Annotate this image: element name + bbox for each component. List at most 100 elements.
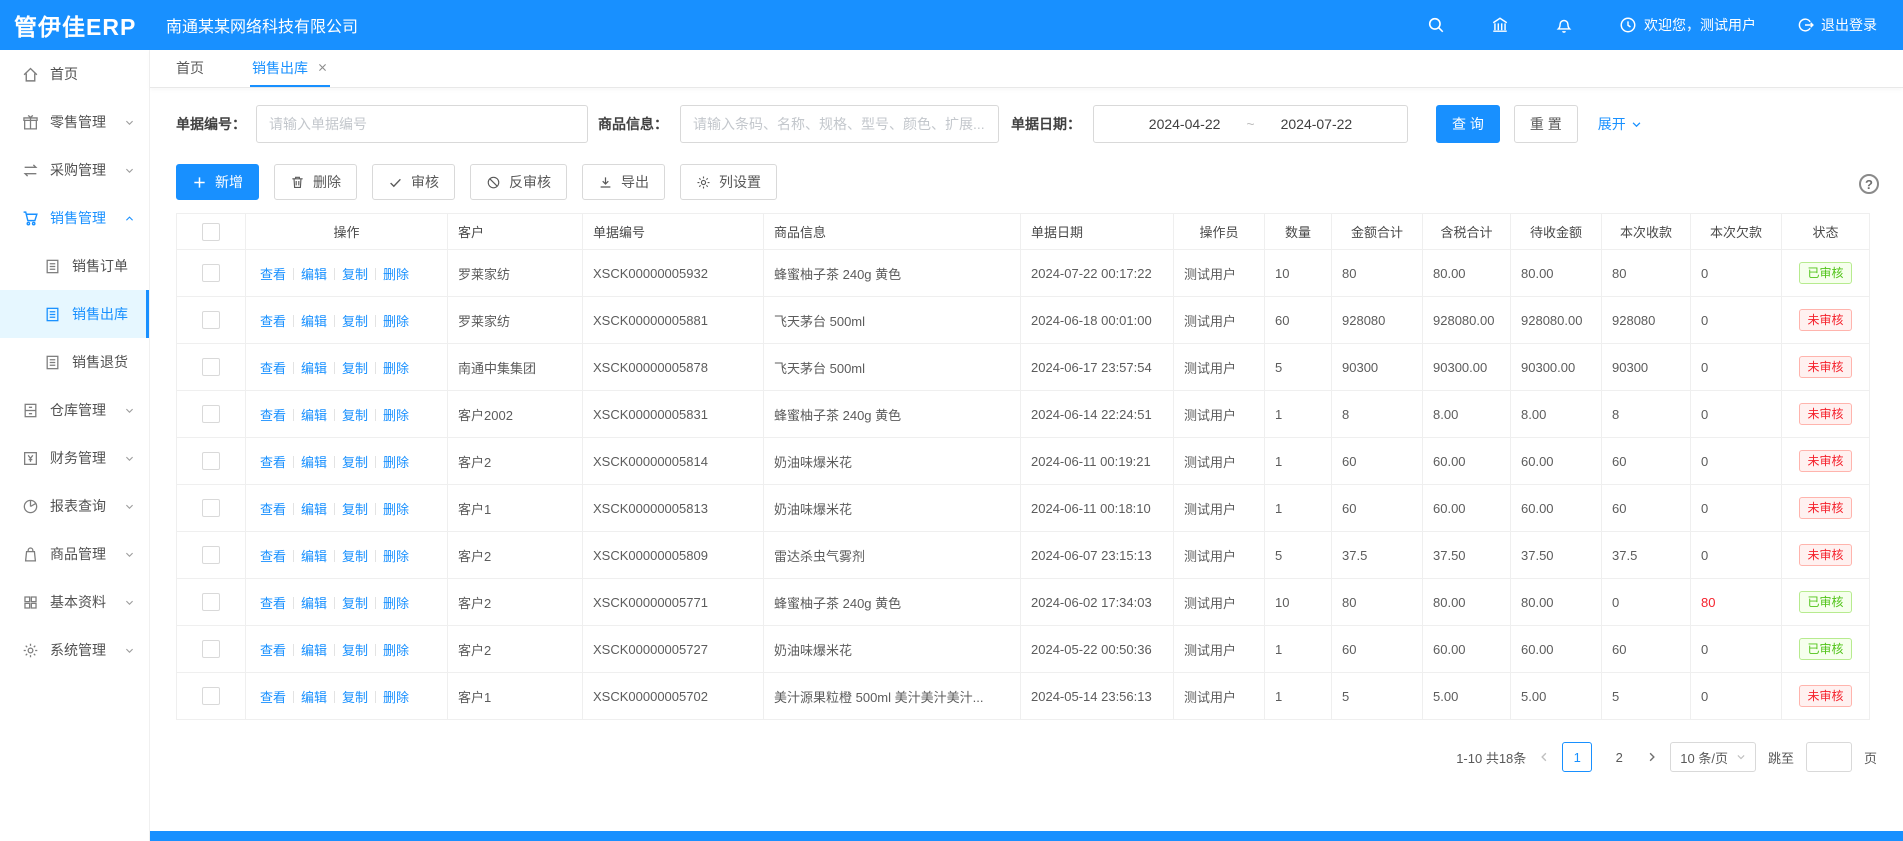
copy-link[interactable]: 复制	[342, 314, 368, 329]
export-label: 导出	[621, 172, 649, 192]
sidebar-item-home[interactable]: 首页	[0, 50, 149, 98]
row-checkbox[interactable]	[202, 640, 220, 658]
view-link[interactable]: 查看	[260, 596, 286, 611]
expand-link[interactable]: 展开	[1598, 114, 1642, 134]
edit-link[interactable]: 编辑	[301, 596, 327, 611]
sidebar-item-sales-order[interactable]: 销售订单	[0, 242, 149, 290]
copy-link[interactable]: 复制	[342, 408, 368, 423]
edit-link[interactable]: 编辑	[301, 455, 327, 470]
row-checkbox[interactable]	[202, 452, 220, 470]
divider	[334, 691, 335, 703]
edit-link[interactable]: 编辑	[301, 549, 327, 564]
sidebar-item-finance[interactable]: 财务管理	[0, 434, 149, 482]
sidebar-item-basic-data[interactable]: 基本资料	[0, 578, 149, 626]
edit-link[interactable]: 编辑	[301, 314, 327, 329]
delete-link[interactable]: 删除	[383, 502, 409, 517]
page-size-value: 10 条/页	[1680, 748, 1728, 767]
search-icon[interactable]	[1427, 16, 1445, 34]
row-checkbox[interactable]	[202, 499, 220, 517]
delete-link[interactable]: 删除	[383, 455, 409, 470]
date-start-value[interactable]: 2024-04-22	[1149, 116, 1221, 132]
add-button[interactable]: 新增	[176, 164, 259, 200]
copy-link[interactable]: 复制	[342, 690, 368, 705]
view-link[interactable]: 查看	[260, 267, 286, 282]
sidebar-item-sales-outbound[interactable]: 销售出库	[0, 290, 149, 338]
circle-slash-icon	[486, 175, 501, 190]
sidebar-item-reports[interactable]: 报表查询	[0, 482, 149, 530]
copy-link[interactable]: 复制	[342, 596, 368, 611]
audit-button[interactable]: 审核	[372, 164, 455, 200]
jump-page-input[interactable]	[1806, 742, 1852, 772]
copy-link[interactable]: 复制	[342, 643, 368, 658]
row-checkbox[interactable]	[202, 358, 220, 376]
close-icon[interactable]	[317, 62, 328, 73]
edit-link[interactable]: 编辑	[301, 690, 327, 705]
export-button[interactable]: 导出	[582, 164, 665, 200]
sidebar-item-sales[interactable]: 销售管理	[0, 194, 149, 242]
chevron-right-icon[interactable]	[1646, 751, 1658, 763]
view-link[interactable]: 查看	[260, 549, 286, 564]
chevron-left-icon[interactable]	[1538, 751, 1550, 763]
copy-link[interactable]: 复制	[342, 502, 368, 517]
sidebar-item-warehouse[interactable]: 仓库管理	[0, 386, 149, 434]
delete-button[interactable]: 删除	[274, 164, 357, 200]
edit-link[interactable]: 编辑	[301, 502, 327, 517]
delete-link[interactable]: 删除	[383, 643, 409, 658]
delete-link[interactable]: 删除	[383, 596, 409, 611]
edit-link[interactable]: 编辑	[301, 361, 327, 376]
reset-button[interactable]: 重 置	[1514, 105, 1578, 143]
view-link[interactable]: 查看	[260, 643, 286, 658]
delete-link[interactable]: 删除	[383, 361, 409, 376]
search-button[interactable]: 查 询	[1436, 105, 1500, 143]
received-cell: 928080	[1602, 297, 1691, 344]
copy-link[interactable]: 复制	[342, 361, 368, 376]
sidebar-item-purchase[interactable]: 采购管理	[0, 146, 149, 194]
page-button-2[interactable]: 2	[1604, 742, 1634, 772]
row-checkbox[interactable]	[202, 687, 220, 705]
view-link[interactable]: 查看	[260, 361, 286, 376]
row-checkbox[interactable]	[202, 311, 220, 329]
view-link[interactable]: 查看	[260, 455, 286, 470]
sidebar-item-products[interactable]: 商品管理	[0, 530, 149, 578]
page-size-select[interactable]: 10 条/页	[1670, 742, 1756, 772]
date-end-value[interactable]: 2024-07-22	[1281, 116, 1353, 132]
column-settings-button[interactable]: 列设置	[680, 164, 777, 200]
view-link[interactable]: 查看	[260, 502, 286, 517]
tab-home[interactable]: 首页	[174, 50, 206, 87]
row-checkbox[interactable]	[202, 546, 220, 564]
delete-link[interactable]: 删除	[383, 267, 409, 282]
delete-link[interactable]: 删除	[383, 690, 409, 705]
view-link[interactable]: 查看	[260, 408, 286, 423]
product-info-input[interactable]	[680, 105, 999, 143]
help-icon[interactable]: ?	[1859, 174, 1879, 194]
row-checkbox[interactable]	[202, 593, 220, 611]
logout-button[interactable]: 退出登录	[1796, 15, 1877, 35]
sidebar-item-sales-return[interactable]: 销售退货	[0, 338, 149, 386]
bank-icon[interactable]	[1491, 16, 1509, 34]
copy-link[interactable]: 复制	[342, 549, 368, 564]
row-checkbox[interactable]	[202, 405, 220, 423]
copy-link[interactable]: 复制	[342, 455, 368, 470]
select-all-checkbox[interactable]	[202, 223, 220, 241]
delete-link[interactable]: 删除	[383, 314, 409, 329]
edit-link[interactable]: 编辑	[301, 408, 327, 423]
edit-link[interactable]: 编辑	[301, 267, 327, 282]
page-button-1[interactable]: 1	[1562, 742, 1592, 772]
delete-link[interactable]: 删除	[383, 549, 409, 564]
unaudit-button[interactable]: 反审核	[470, 164, 567, 200]
view-link[interactable]: 查看	[260, 690, 286, 705]
sidebar-item-retail[interactable]: 零售管理	[0, 98, 149, 146]
col-operator: 操作员	[1174, 214, 1265, 250]
delete-link[interactable]: 删除	[383, 408, 409, 423]
row-checkbox[interactable]	[202, 264, 220, 282]
bell-icon[interactable]	[1555, 16, 1573, 34]
sidebar-item-system[interactable]: 系统管理	[0, 626, 149, 674]
yuan-icon	[22, 450, 39, 467]
date-range-picker[interactable]: 2024-04-22 ~ 2024-07-22	[1093, 105, 1408, 143]
tab-sales-outbound[interactable]: 销售出库	[250, 50, 330, 87]
user-welcome[interactable]: 欢迎您，测试用户	[1619, 15, 1756, 35]
edit-link[interactable]: 编辑	[301, 643, 327, 658]
view-link[interactable]: 查看	[260, 314, 286, 329]
bill-no-input[interactable]	[256, 105, 588, 143]
copy-link[interactable]: 复制	[342, 267, 368, 282]
